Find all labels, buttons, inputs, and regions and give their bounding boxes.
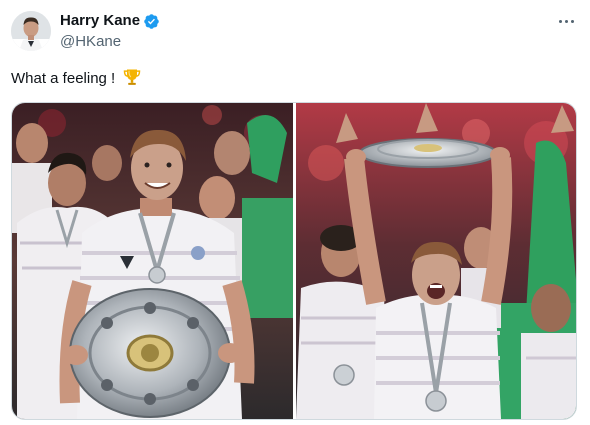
more-dot <box>564 19 568 23</box>
trophy-icon <box>124 69 141 85</box>
more-options-button[interactable] <box>553 11 579 31</box>
author-name[interactable]: Harry Kane <box>60 12 140 30</box>
media-grid <box>11 102 577 420</box>
tweet: Harry Kane @HKane What a feeling ! <box>0 0 590 425</box>
more-dot <box>558 19 562 23</box>
post-text-content: What a feeling ! <box>11 70 116 87</box>
photo-lifting-meisterschale[interactable] <box>296 103 576 419</box>
photo-holding-meisterschale[interactable] <box>12 103 293 419</box>
avatar[interactable] <box>11 11 51 51</box>
post-text: What a feeling ! <box>11 67 142 90</box>
verified-badge-icon <box>144 14 159 29</box>
author-handle[interactable]: @HKane <box>60 33 121 51</box>
more-dot <box>570 19 574 23</box>
